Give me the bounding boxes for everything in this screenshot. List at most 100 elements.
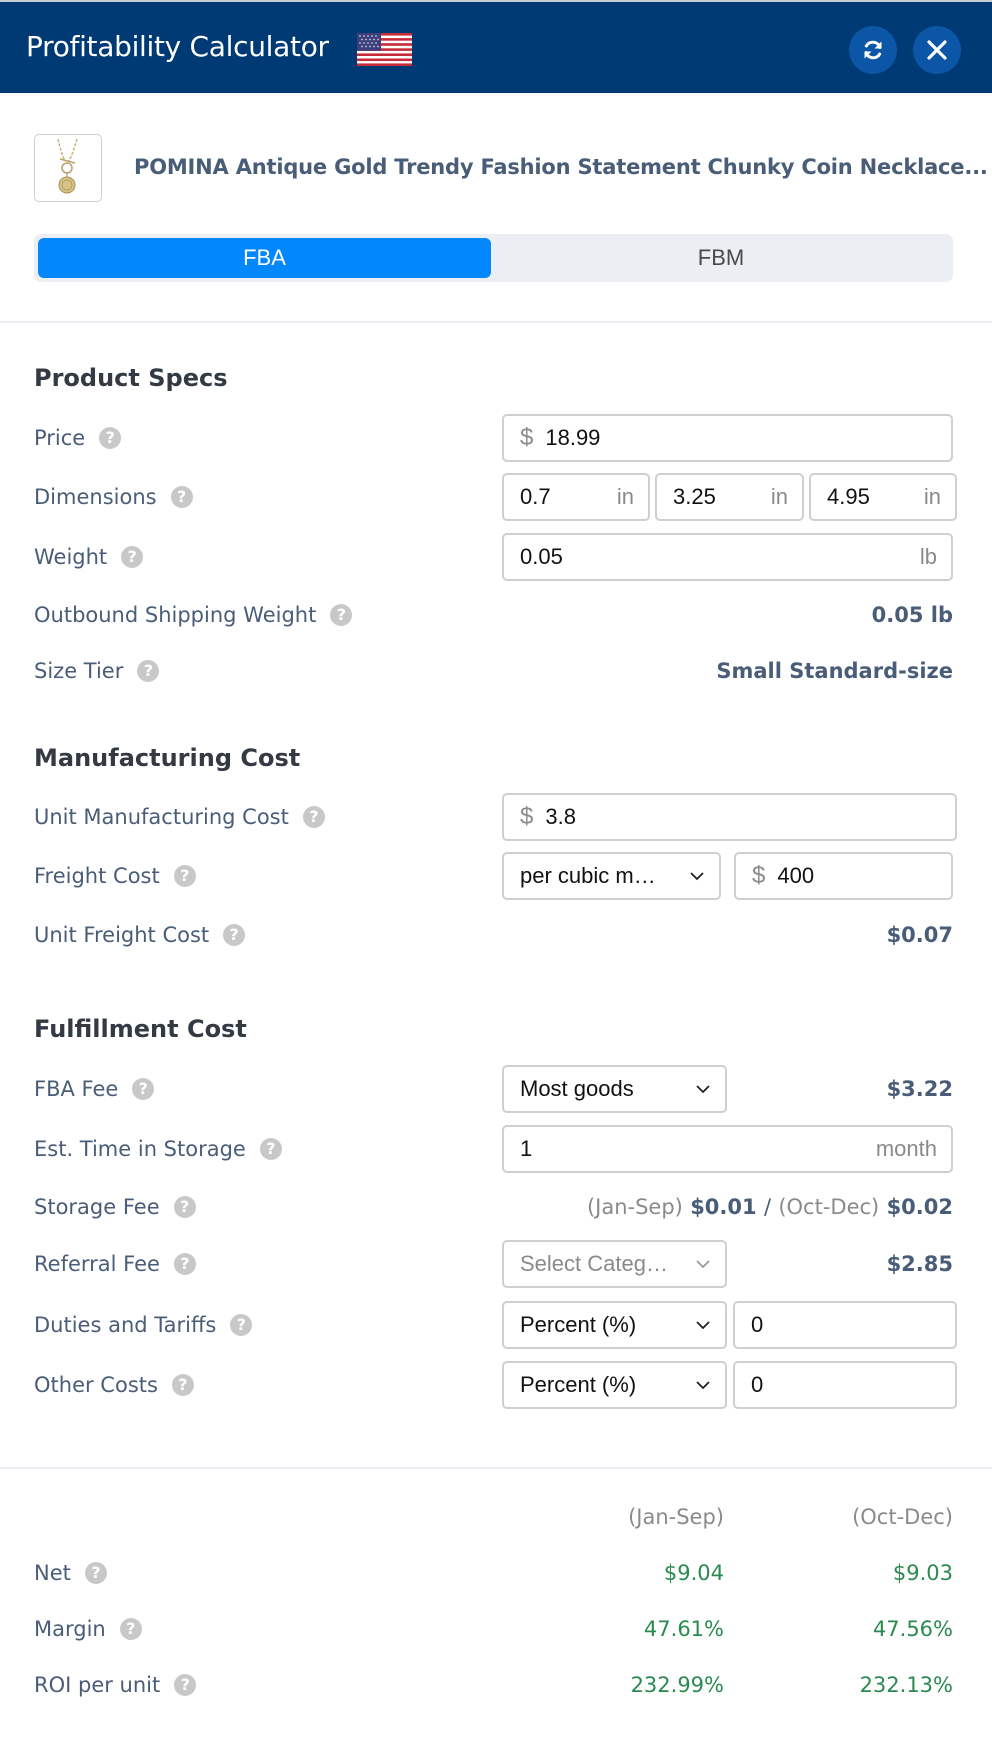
weight-input[interactable]: 0.05 lb	[502, 533, 953, 581]
tab-fba[interactable]: FBA	[38, 238, 491, 278]
freight-cost-input[interactable]: $ 400	[734, 852, 953, 900]
freight-basis-value: per cubic m…	[520, 863, 656, 888]
dollar-icon: $	[520, 803, 534, 830]
other-costs-type-select[interactable]: Percent (%)	[502, 1361, 727, 1409]
net-label: Net ?	[34, 1561, 107, 1585]
dimension-unit: in	[770, 484, 788, 509]
help-icon[interactable]: ?	[173, 1253, 196, 1275]
other-costs-value: 0	[751, 1372, 764, 1397]
storage-fee-label: Storage Fee ?	[34, 1195, 196, 1219]
unit-freight-cost-value: $0.07	[886, 923, 953, 947]
us-flag-icon	[357, 33, 412, 66]
dimension-length-input[interactable]: 0.7 in	[502, 473, 650, 521]
outbound-label-text: Outbound Shipping Weight	[34, 603, 317, 627]
unit-manufacturing-cost-label: Unit Manufacturing Cost ?	[34, 805, 325, 829]
other-costs-value-input[interactable]: 0	[733, 1361, 957, 1409]
fulfillment-tabs: FBA FBM	[34, 234, 953, 282]
weight-unit: lb	[919, 544, 937, 569]
freight-basis-select[interactable]: per cubic m…	[502, 852, 721, 900]
est-time-in-storage-input[interactable]: 1 month	[502, 1125, 953, 1173]
help-icon[interactable]: ?	[174, 1674, 197, 1696]
roi-per-unit-label: ROI per unit ?	[34, 1673, 197, 1697]
chevron-down-icon	[695, 1320, 711, 1330]
price-label: Price ?	[34, 426, 122, 450]
product-specs-heading: Product Specs	[34, 364, 228, 392]
dimension-height-input[interactable]: 4.95 in	[809, 473, 957, 521]
close-icon	[927, 40, 947, 60]
results-divider	[0, 1467, 992, 1469]
margin-jan-sep: 47.61%	[643, 1617, 724, 1641]
price-input[interactable]: $ 18.99	[502, 414, 953, 462]
other-costs-type-selected: Percent (%)	[520, 1372, 637, 1397]
dimension-value: 4.95	[827, 484, 870, 509]
section-divider	[0, 321, 992, 323]
help-icon[interactable]: ?	[259, 1138, 282, 1160]
help-icon[interactable]: ?	[119, 1618, 142, 1640]
duties-value-input[interactable]: 0	[733, 1301, 957, 1349]
help-icon[interactable]: ?	[121, 546, 144, 568]
help-icon[interactable]: ?	[230, 1314, 253, 1336]
results-column-jan-sep: (Jan-Sep)	[628, 1505, 724, 1529]
help-icon[interactable]: ?	[302, 806, 325, 828]
help-icon[interactable]: ?	[132, 1078, 155, 1100]
help-icon[interactable]: ?	[173, 865, 196, 887]
net-label-text: Net	[34, 1561, 71, 1585]
manufacturing-cost-heading: Manufacturing Cost	[34, 744, 301, 772]
dimensions-label: Dimensions ?	[34, 485, 193, 509]
close-button[interactable]	[913, 26, 961, 74]
referral-category-select[interactable]: Select Categ…	[502, 1240, 727, 1288]
help-icon[interactable]: ?	[171, 1374, 194, 1396]
storage-value-2: $0.02	[886, 1195, 953, 1219]
necklace-thumbnail	[57, 138, 78, 194]
price-label-text: Price	[34, 426, 86, 450]
fba-fee-select[interactable]: Most goods	[502, 1065, 727, 1113]
fba-fee-selected: Most goods	[520, 1076, 634, 1101]
margin-label: Margin ?	[34, 1617, 142, 1641]
unit-mfg-label-text: Unit Manufacturing Cost	[34, 805, 289, 829]
unit-manufacturing-cost-input[interactable]: $ 3.8	[502, 793, 957, 841]
help-icon[interactable]: ?	[173, 1196, 196, 1218]
weight-label: Weight ?	[34, 545, 144, 569]
dimension-value: 3.25	[673, 484, 716, 509]
help-icon[interactable]: ?	[170, 486, 193, 508]
refresh-button[interactable]	[849, 26, 897, 74]
est-time-unit: month	[875, 1136, 937, 1161]
outbound-shipping-weight-label: Outbound Shipping Weight ?	[34, 603, 353, 627]
storage-value-1: $0.01	[690, 1195, 757, 1219]
storage-period-1: (Jan-Sep)	[586, 1195, 683, 1219]
chevron-down-icon	[695, 1084, 711, 1094]
fulfillment-cost-heading: Fulfillment Cost	[34, 1015, 247, 1043]
help-icon[interactable]: ?	[330, 604, 353, 626]
margin-oct-dec: 47.56%	[872, 1617, 953, 1641]
unit-mfg-value: 3.8	[545, 804, 576, 829]
tab-fbm[interactable]: FBM	[493, 238, 949, 278]
help-icon[interactable]: ?	[99, 427, 122, 449]
net-oct-dec: $9.03	[892, 1561, 953, 1585]
fba-fee-label: FBA Fee ?	[34, 1077, 155, 1101]
storage-fee-label-text: Storage Fee	[34, 1195, 160, 1219]
product-title[interactable]: POMINA Antique Gold Trendy Fashion State…	[134, 155, 988, 179]
dimensions-label-text: Dimensions	[34, 485, 157, 509]
roi-label-text: ROI per unit	[34, 1673, 161, 1697]
header-title: Profitability Calculator	[26, 30, 329, 63]
duties-type-select[interactable]: Percent (%)	[502, 1301, 727, 1349]
size-tier-value: Small Standard-size	[716, 659, 953, 683]
referral-fee-label-text: Referral Fee	[34, 1252, 160, 1276]
help-icon[interactable]: ?	[137, 660, 160, 682]
dimension-width-input[interactable]: 3.25 in	[655, 473, 804, 521]
chevron-down-icon	[689, 871, 705, 881]
calculator-header: Profitability Calculator	[0, 2, 992, 93]
storage-fee-value: (Jan-Sep) $0.01 / (Oct-Dec) $0.02	[587, 1195, 953, 1219]
net-jan-sep: $9.04	[663, 1561, 724, 1585]
duties-value: 0	[751, 1312, 764, 1337]
fba-fee-value: $3.22	[886, 1077, 953, 1101]
freight-cost-value: 400	[777, 863, 815, 888]
est-time-label-text: Est. Time in Storage	[34, 1137, 246, 1161]
storage-period-2: (Oct-Dec)	[778, 1195, 880, 1219]
weight-value: 0.05	[520, 544, 563, 569]
weight-label-text: Weight	[34, 545, 108, 569]
roi-oct-dec: 232.13%	[859, 1673, 953, 1697]
help-icon[interactable]: ?	[223, 924, 246, 946]
help-icon[interactable]: ?	[84, 1562, 107, 1584]
referral-fee-value: $2.85	[886, 1252, 953, 1276]
